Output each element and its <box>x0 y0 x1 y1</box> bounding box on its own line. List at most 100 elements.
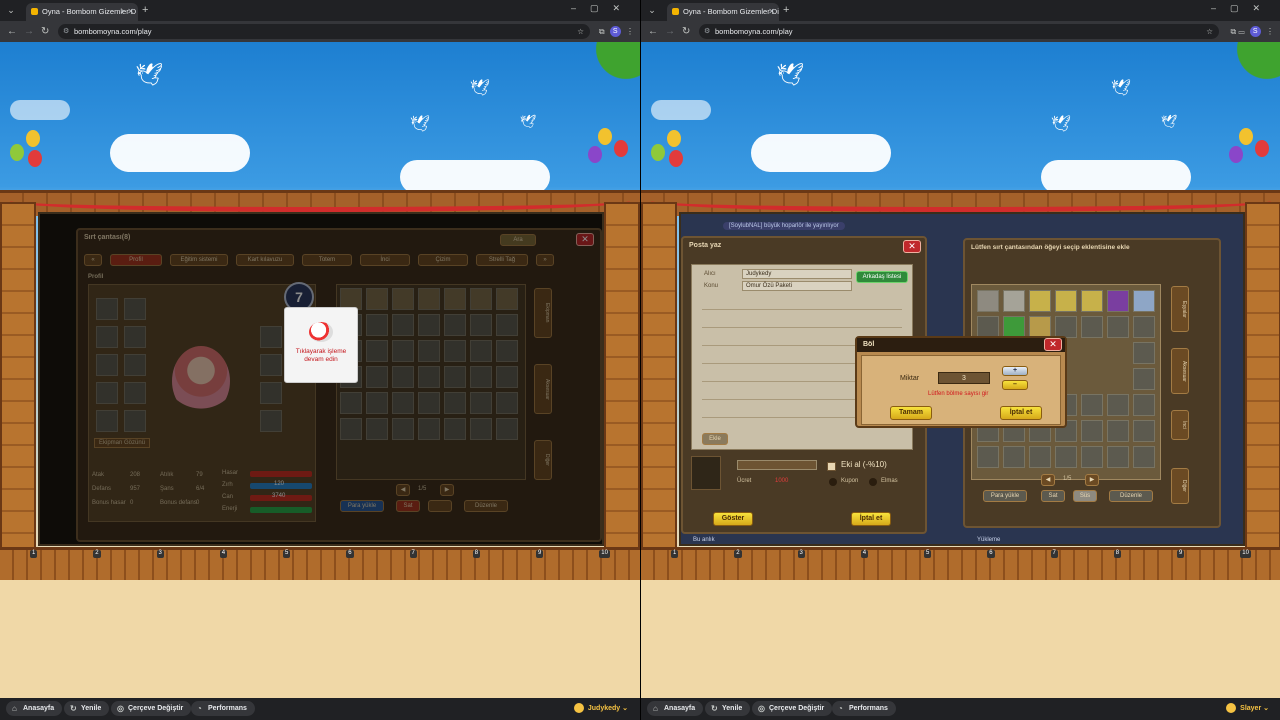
user-menu[interactable]: Slayer ⌄ <box>1226 701 1269 716</box>
new-tab-icon[interactable]: + <box>142 3 148 17</box>
inventory-slot[interactable] <box>1003 290 1025 312</box>
inventory-slot[interactable] <box>977 290 999 312</box>
attach-button[interactable]: Ekle <box>702 433 728 445</box>
slot-number[interactable]: 5 <box>924 550 932 558</box>
close-icon[interactable]: ✕ <box>903 240 921 253</box>
inventory-slot[interactable] <box>1107 316 1129 338</box>
tab-search-icon[interactable]: ⌄ <box>4 4 18 17</box>
menu-icon[interactable]: ⋮ <box>626 27 634 36</box>
new-tab-icon[interactable]: + <box>783 3 789 17</box>
speaker-icon[interactable]: ♪ <box>121 3 125 20</box>
window-controls[interactable]: –▢✕ <box>1211 3 1274 14</box>
diamond-radio[interactable] <box>869 478 877 486</box>
extensions-icon[interactable]: ⧉ <box>1230 27 1236 36</box>
slot-number[interactable]: 7 <box>1050 550 1058 558</box>
decor-button[interactable]: Süs <box>1073 490 1097 502</box>
slot-number[interactable]: 10 <box>1240 550 1251 558</box>
inventory-slot[interactable] <box>1081 420 1103 442</box>
side-tab-accessory[interactable]: Aksesuar <box>1171 348 1189 394</box>
back-icon[interactable]: ← <box>7 24 17 39</box>
inventory-slot[interactable] <box>1003 316 1025 338</box>
slot-number[interactable]: 5 <box>283 550 291 558</box>
browser-tab[interactable]: Oyna - Bombom Gizemler Diya ✕ <box>667 3 779 21</box>
inventory-slot[interactable] <box>1133 420 1155 442</box>
inventory-slot[interactable] <box>1133 316 1155 338</box>
inventory-slot[interactable] <box>1133 342 1155 364</box>
inventory-slot[interactable] <box>1107 420 1129 442</box>
inventory-slot[interactable] <box>1029 446 1051 468</box>
inventory-slot[interactable] <box>977 446 999 468</box>
game-stage[interactable]: 🕊 🕊 🕊 🕊 1 2 3 4 5 6 7 8 9 10 Sırt çantas… <box>0 42 640 698</box>
arrange-button[interactable]: Düzenle <box>1109 490 1153 502</box>
page-next-icon[interactable]: ▶ <box>1085 474 1099 486</box>
bookmark-star-icon[interactable]: ☆ <box>1206 24 1213 39</box>
subject-field[interactable]: Omur Özü Paketi <box>742 281 852 291</box>
side-tab-items[interactable]: Eşyalar <box>1171 286 1189 332</box>
site-info-icon[interactable]: ⚙ <box>704 24 710 39</box>
address-bar[interactable]: ⚙ bombomoyna.com/play ☆ <box>699 24 1219 39</box>
resume-overlay-card[interactable]: Tıklayarak işleme devam edin <box>284 307 358 383</box>
profile-avatar[interactable]: S <box>1249 26 1261 38</box>
refresh-button[interactable]: ↻ Yenile <box>705 701 751 716</box>
extensions-icon[interactable]: ⧉ <box>599 27 605 36</box>
recharge-button[interactable]: Para yükle <box>983 490 1027 502</box>
inventory-slot[interactable] <box>1003 446 1025 468</box>
user-menu[interactable]: Judykedy ⌄ <box>573 701 628 716</box>
slot-number[interactable]: 2 <box>734 550 742 558</box>
refresh-button[interactable]: ↻ Yenile <box>64 701 110 716</box>
inventory-slot[interactable] <box>1081 446 1103 468</box>
slot-number[interactable]: 4 <box>219 550 228 558</box>
inventory-slot[interactable] <box>1055 316 1077 338</box>
attachment-checkbox[interactable] <box>827 462 836 471</box>
slot-number[interactable]: 10 <box>599 550 610 558</box>
inventory-slot[interactable] <box>1133 368 1155 390</box>
inventory-slot[interactable] <box>1055 290 1077 312</box>
bookmark-star-icon[interactable]: ☆ <box>577 24 584 39</box>
forward-icon[interactable]: → <box>665 24 675 39</box>
inventory-slot[interactable] <box>1055 446 1077 468</box>
inventory-slot[interactable] <box>1133 394 1155 416</box>
inventory-slot[interactable] <box>977 316 999 338</box>
slot-number[interactable]: 3 <box>797 550 805 558</box>
slot-number[interactable]: 4 <box>860 550 869 558</box>
chat-input[interactable]: Bu anlık <box>693 537 715 543</box>
slot-number[interactable]: 8 <box>472 550 481 558</box>
performance-button[interactable]: ◔ Performans <box>832 701 896 716</box>
slot-number[interactable]: 2 <box>93 550 101 558</box>
inventory-slot[interactable] <box>1081 394 1103 416</box>
inventory-slot[interactable] <box>1029 316 1051 338</box>
inventory-slot[interactable] <box>1107 290 1129 312</box>
slot-number[interactable]: 6 <box>987 550 995 558</box>
coupon-radio[interactable] <box>829 478 837 486</box>
send-mail-button[interactable]: Göster <box>713 512 753 526</box>
slot-number[interactable]: 1 <box>671 550 679 558</box>
decrement-button[interactable]: – <box>1002 380 1028 390</box>
slot-number[interactable]: 8 <box>1113 550 1122 558</box>
reload-icon[interactable]: ↻ <box>41 24 49 39</box>
inventory-slot[interactable] <box>1107 394 1129 416</box>
performance-button[interactable]: ◔ Performans <box>191 701 255 716</box>
inventory-slot[interactable] <box>1133 446 1155 468</box>
address-bar[interactable]: ⚙ bombomoyna.com/play ☆ <box>58 24 590 39</box>
increment-button[interactable]: + <box>1002 366 1028 376</box>
side-tab-pearl[interactable]: İnci <box>1171 410 1189 440</box>
menu-icon[interactable]: ⋮ <box>1266 27 1274 36</box>
cancel-mail-button[interactable]: İptal et <box>851 512 891 526</box>
close-tab-icon[interactable]: ✕ <box>127 3 134 20</box>
friend-list-button[interactable]: Arkadaş listesi <box>856 271 908 283</box>
change-frame-button[interactable]: ◎ Çerçeve Değiştir <box>752 701 833 716</box>
split-ok-button[interactable]: Tamam <box>890 406 932 420</box>
recipient-field[interactable]: Judykedy <box>742 269 852 279</box>
close-icon[interactable]: ✕ <box>1044 338 1062 351</box>
slot-number[interactable]: 3 <box>156 550 164 558</box>
close-tab-icon[interactable]: ✕ <box>768 3 775 20</box>
reload-icon[interactable]: ↻ <box>682 24 690 39</box>
window-controls[interactable]: –▢✕ <box>571 3 634 14</box>
inventory-slot[interactable] <box>1107 446 1129 468</box>
side-tab-other[interactable]: Diğer <box>1171 468 1189 504</box>
profile-avatar[interactable]: S <box>609 26 621 38</box>
inventory-slot[interactable] <box>1133 290 1155 312</box>
slot-number[interactable]: 9 <box>536 550 544 558</box>
back-icon[interactable]: ← <box>648 24 658 39</box>
page-prev-icon[interactable]: ◀ <box>1041 474 1055 486</box>
